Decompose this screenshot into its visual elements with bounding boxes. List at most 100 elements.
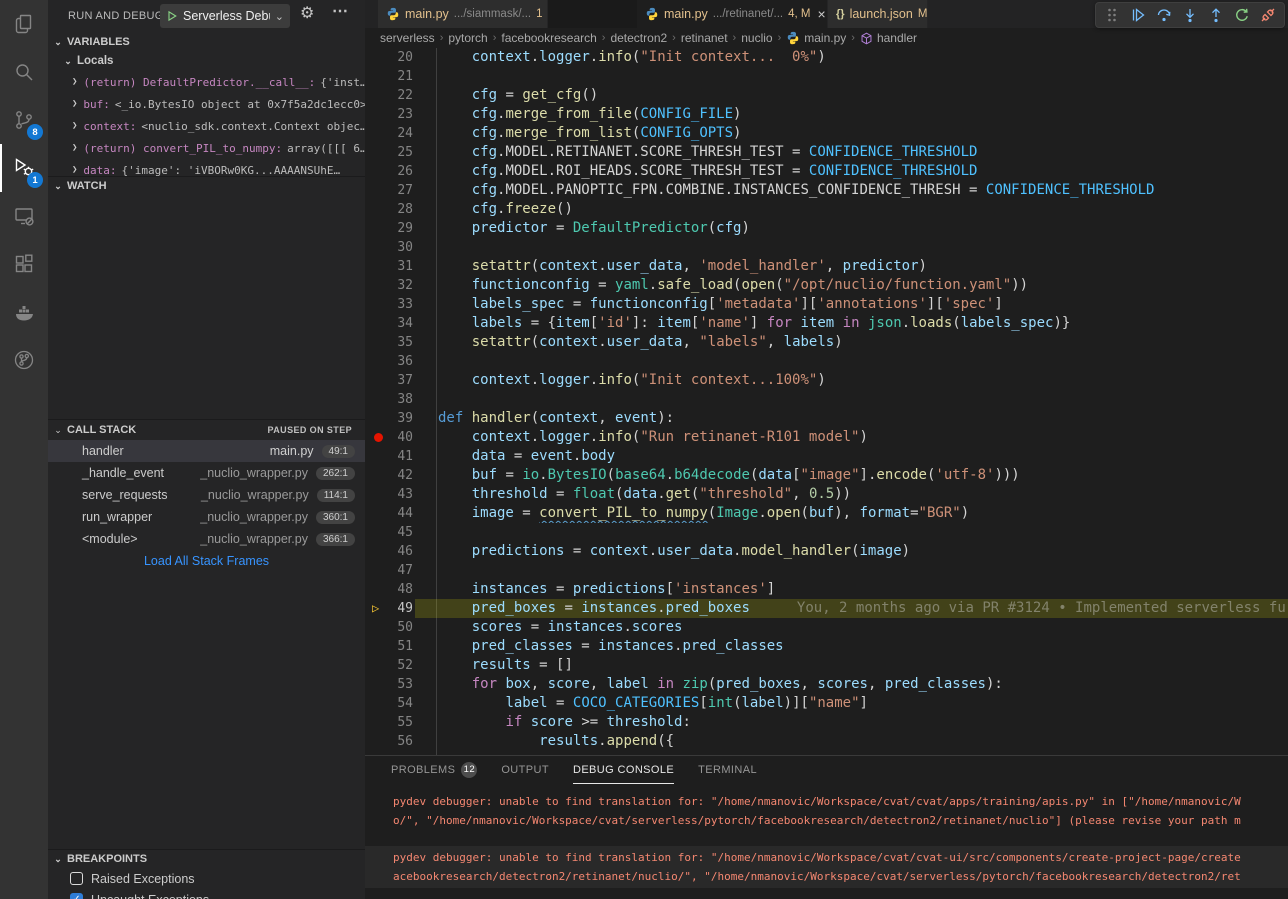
gutter-glyph-margin[interactable] <box>365 257 393 276</box>
code-text[interactable]: cfg = get_cfg() <box>413 86 1288 105</box>
chevron-right-icon[interactable]: ❯ <box>72 165 77 175</box>
stack-frame-module[interactable]: <module>_nuclio_wrapper.py366:1 <box>48 528 365 550</box>
gutter-glyph-margin[interactable] <box>365 314 393 333</box>
gutter-glyph-margin[interactable] <box>365 390 393 409</box>
code-text[interactable] <box>413 561 1288 580</box>
gutter-glyph-margin[interactable] <box>365 656 393 675</box>
code-text[interactable]: functionconfig = yaml.safe_load(open("/o… <box>413 276 1288 295</box>
code-text[interactable]: pred_classes = instances.pred_classes <box>413 637 1288 656</box>
breadcrumb-item-detectron2[interactable]: detectron2 <box>610 31 667 45</box>
gutter-glyph-margin[interactable] <box>365 523 393 542</box>
tab-close-icon[interactable]: × <box>817 6 825 22</box>
code-text[interactable]: cfg.freeze() <box>413 200 1288 219</box>
gutter-glyph-margin[interactable] <box>365 409 393 428</box>
restart-icon[interactable] <box>1230 4 1254 26</box>
gutter-glyph-margin[interactable] <box>365 276 393 295</box>
run-and-debug-icon[interactable]: 1 <box>0 144 48 192</box>
step-out-icon[interactable] <box>1204 4 1228 26</box>
code-text[interactable]: context.logger.info("Init context...100%… <box>413 371 1288 390</box>
panel-tab-terminal[interactable]: TERMINAL <box>698 756 757 784</box>
code-text[interactable]: cfg.MODEL.RETINANET.SCORE_THRESH_TEST = … <box>413 143 1288 162</box>
more-actions-icon[interactable]: ⋯ <box>332 1 348 21</box>
editor-tab-main.py[interactable]: main.py.../retinanet/...4, M× <box>637 0 828 28</box>
code-text[interactable]: context.logger.info("Run retinanet-R101 … <box>413 428 1288 447</box>
code-text[interactable] <box>413 523 1288 542</box>
code-text[interactable]: scores = instances.scores <box>413 618 1288 637</box>
gutter-glyph-margin[interactable] <box>365 466 393 485</box>
gutter-glyph-margin[interactable] <box>365 105 393 124</box>
gutter-glyph-margin[interactable] <box>365 428 393 447</box>
breadcrumb-item-main.py[interactable]: main.py <box>786 31 846 45</box>
gutter-glyph-margin[interactable] <box>365 504 393 523</box>
panel-tab-debug-console[interactable]: DEBUG CONSOLE <box>573 756 674 784</box>
gutter-glyph-margin[interactable] <box>365 86 393 105</box>
debug-configuration-dropdown[interactable]: Serverless Debu ⌄ <box>160 4 290 28</box>
variable-row[interactable]: ❯context:<nuclio_sdk.context.Context obj… <box>48 115 365 137</box>
gutter-glyph-margin[interactable] <box>365 124 393 143</box>
code-text[interactable] <box>413 390 1288 409</box>
code-text[interactable]: setattr(context.user_data, "labels", lab… <box>413 333 1288 352</box>
gutter-glyph-margin[interactable] <box>365 352 393 371</box>
code-text[interactable]: if score >= threshold: <box>413 713 1288 732</box>
gutter-glyph-margin[interactable] <box>365 675 393 694</box>
gutter-glyph-margin[interactable] <box>365 637 393 656</box>
gutter-glyph-margin[interactable] <box>365 713 393 732</box>
gutter-glyph-margin[interactable] <box>365 333 393 352</box>
step-over-icon[interactable] <box>1152 4 1176 26</box>
code-text[interactable]: label = COCO_CATEGORIES[int(label)]["nam… <box>413 694 1288 713</box>
code-text[interactable]: def handler(context, event): <box>413 409 1288 428</box>
breakpoints-header[interactable]: ⌄ BREAKPOINTS <box>48 850 365 868</box>
load-all-stack-frames-link[interactable]: Load All Stack Frames <box>48 550 365 572</box>
start-debug-icon[interactable] <box>166 10 178 22</box>
toolbar-drag-handle[interactable] <box>1100 4 1124 26</box>
breadcrumb-item-serverless[interactable]: serverless <box>380 31 435 45</box>
gutter-glyph-margin[interactable] <box>365 143 393 162</box>
source-control-icon[interactable]: 8 <box>0 96 48 144</box>
code-text[interactable]: results.append({ <box>413 732 1288 751</box>
continue-icon[interactable] <box>1126 4 1150 26</box>
stack-frame-handler[interactable]: handlermain.py49:1 <box>48 440 365 462</box>
disconnect-icon[interactable] <box>1256 4 1280 26</box>
checkbox-checked[interactable]: ✓ <box>70 893 83 899</box>
gutter-glyph-margin[interactable] <box>365 542 393 561</box>
variable-row[interactable]: ❯buf:<_io.BytesIO object at 0x7f5a2dc1ec… <box>48 93 365 115</box>
remote-explorer-icon[interactable] <box>0 192 48 240</box>
gear-icon[interactable]: ⚙ <box>300 3 314 23</box>
code-text[interactable]: predictions = context.user_data.model_ha… <box>413 542 1288 561</box>
breadcrumb-item-handler[interactable]: handler <box>860 31 917 45</box>
docker-icon[interactable] <box>0 288 48 336</box>
extensions-icon[interactable] <box>0 240 48 288</box>
gutter-glyph-margin[interactable] <box>365 200 393 219</box>
gutter-glyph-margin[interactable] <box>365 238 393 257</box>
variables-header[interactable]: ⌄ VARIABLES <box>48 33 365 51</box>
breadcrumb-item-pytorch[interactable]: pytorch <box>448 31 487 45</box>
code-text[interactable] <box>413 352 1288 371</box>
gutter-glyph-margin[interactable]: ▷ <box>365 599 393 618</box>
chevron-right-icon[interactable]: ❯ <box>72 77 77 87</box>
chevron-right-icon[interactable]: ❯ <box>72 121 77 131</box>
code-text[interactable]: instances = predictions['instances'] <box>413 580 1288 599</box>
gutter-glyph-margin[interactable] <box>365 295 393 314</box>
code-text[interactable]: data = event.body <box>413 447 1288 466</box>
code-text[interactable]: labels_spec = functionconfig['metadata']… <box>413 295 1288 314</box>
code-text[interactable]: image = convert_PIL_to_numpy(Image.open(… <box>413 504 1288 523</box>
gutter-glyph-margin[interactable] <box>365 181 393 200</box>
code-text[interactable]: results = [] <box>413 656 1288 675</box>
stack-frame-_handle_event[interactable]: _handle_event_nuclio_wrapper.py262:1 <box>48 462 365 484</box>
gutter-glyph-margin[interactable] <box>365 485 393 504</box>
gutter-glyph-margin[interactable] <box>365 371 393 390</box>
stack-frame-serve_requests[interactable]: serve_requests_nuclio_wrapper.py114:1 <box>48 484 365 506</box>
code-text[interactable]: cfg.merge_from_list(CONFIG_OPTS) <box>413 124 1288 143</box>
code-text[interactable]: cfg.MODEL.ROI_HEADS.SCORE_THRESH_TEST = … <box>413 162 1288 181</box>
gutter-glyph-margin[interactable] <box>365 618 393 637</box>
git-graph-icon[interactable] <box>0 336 48 384</box>
code-text[interactable] <box>413 238 1288 257</box>
gutter-glyph-margin[interactable] <box>365 162 393 181</box>
gutter-glyph-margin[interactable] <box>365 580 393 599</box>
variable-row[interactable]: ❯data:{'image': 'iVBORw0KG...AAAANSUhE… <box>48 159 365 176</box>
code-text[interactable]: buf = io.BytesIO(base64.b64decode(data["… <box>413 466 1288 485</box>
gutter-glyph-margin[interactable] <box>365 67 393 86</box>
code-editor[interactable]: 20 context.logger.info("Init context... … <box>365 48 1288 755</box>
chevron-right-icon[interactable]: ❯ <box>72 143 77 153</box>
gutter-glyph-margin[interactable] <box>365 219 393 238</box>
